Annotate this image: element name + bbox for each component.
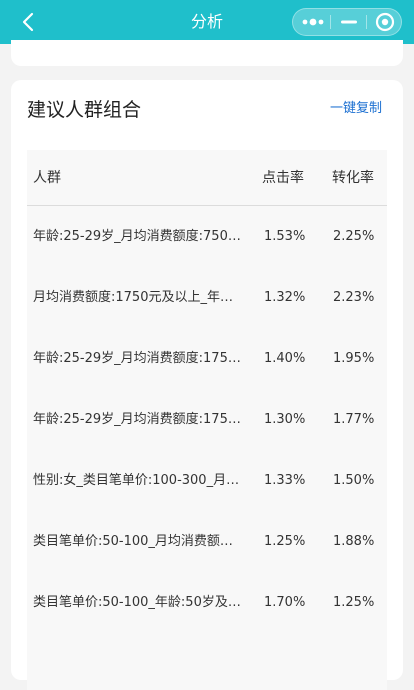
chevron-left-icon — [22, 12, 34, 32]
ctr-cell: 1.53% — [264, 229, 306, 244]
table-row[interactable]: 类目笔单价:50-100_年龄:50岁及… 1.70% 1.25% — [27, 572, 387, 633]
more-dots-icon — [302, 18, 324, 26]
minimize-icon — [341, 20, 357, 24]
crowd-cell: 年龄:25-29岁_月均消费额度:175… — [33, 412, 241, 427]
crowd-cell: 类目笔单价:50-100_月均消费额… — [33, 534, 233, 549]
section-title: 建议人群组合 — [27, 99, 142, 121]
crowd-cell: 类目笔单价:50-100_年龄:50岁及… — [33, 595, 241, 610]
table-row[interactable]: 年龄:25-29岁_月均消费额度:175… 1.30% 1.77% — [27, 389, 387, 450]
target-circle-icon — [375, 12, 395, 32]
ctr-cell: 1.30% — [264, 412, 306, 427]
previous-card — [11, 40, 403, 66]
crowd-cell: 性别:女_类目笔单价:100-300_月… — [33, 473, 240, 488]
crowd-cell: 月均消费额度:1750元及以上_年… — [33, 290, 233, 305]
cvr-cell: 1.25% — [333, 595, 375, 610]
more-button[interactable] — [295, 9, 331, 35]
table-header: 人群 点击率 转化率 — [27, 150, 387, 206]
cvr-cell: 1.77% — [333, 412, 375, 427]
copy-all-link[interactable]: 一键复制 — [330, 99, 382, 119]
cvr-cell: 2.23% — [333, 290, 375, 305]
ctr-cell: 1.40% — [264, 351, 306, 366]
back-button[interactable] — [14, 9, 42, 35]
crowd-table: 人群 点击率 转化率 年龄:25-29岁_月均消费额度:750… 1.53% 2… — [27, 150, 387, 690]
close-button[interactable] — [367, 9, 403, 35]
ctr-cell: 1.70% — [264, 595, 306, 610]
table-row[interactable]: 类目笔单价:50-100_月均消费额… 1.25% 1.88% — [27, 511, 387, 572]
cvr-cell: 2.25% — [333, 229, 375, 244]
ctr-cell: 1.33% — [264, 473, 306, 488]
header-ctr: 点击率 — [262, 170, 304, 186]
cvr-cell: 1.95% — [333, 351, 375, 366]
header-crowd: 人群 — [33, 170, 61, 186]
table-row[interactable]: 性别:女_类目笔单价:100-300_月… 1.33% 1.50% — [27, 450, 387, 511]
table-row[interactable]: 年龄:25-29岁_月均消费额度:175… 1.40% 1.95% — [27, 328, 387, 389]
table-row[interactable]: 月均消费额度:1750元及以上_年… 1.32% 2.23% — [27, 267, 387, 328]
minimize-button[interactable] — [331, 9, 367, 35]
crowd-cell: 年龄:25-29岁_月均消费额度:175… — [33, 351, 241, 366]
table-row[interactable]: 年龄:25-29岁_月均消费额度:750… 1.53% 2.25% — [27, 206, 387, 267]
cvr-cell: 1.50% — [333, 473, 375, 488]
nav-bar: 分析 — [0, 0, 414, 44]
cvr-cell: 1.88% — [333, 534, 375, 549]
ctr-cell: 1.32% — [264, 290, 306, 305]
crowd-cell: 年龄:25-29岁_月均消费额度:750… — [33, 229, 241, 244]
capsule-menu — [292, 8, 402, 36]
crowd-suggestion-card: 建议人群组合 一键复制 人群 点击率 转化率 年龄:25-29岁_月均消费额度:… — [11, 80, 403, 690]
ctr-cell: 1.25% — [264, 534, 306, 549]
header-cvr: 转化率 — [332, 170, 374, 186]
